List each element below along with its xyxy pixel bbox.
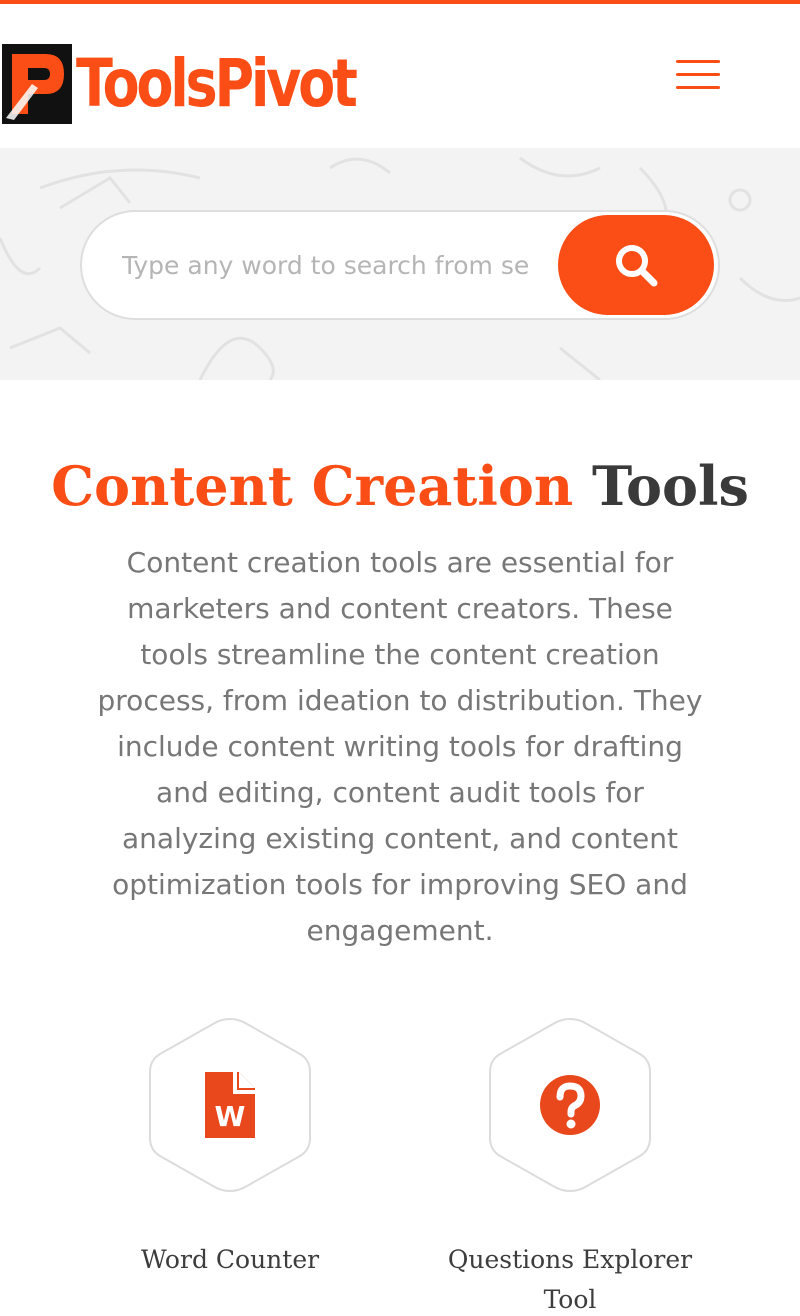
logo-text: ToolsPivot: [76, 45, 358, 122]
search-bar: [80, 210, 720, 320]
word-document-icon: W: [205, 1072, 255, 1138]
tool-label[interactable]: Word Counter: [90, 1240, 370, 1280]
question-circle-icon: [540, 1075, 600, 1135]
page-title: Content Creation Tools: [0, 448, 800, 524]
site-header: ToolsPivot: [0, 4, 800, 148]
tool-icon-frame[interactable]: [487, 1016, 653, 1194]
logo-mark-icon: [2, 44, 72, 124]
svg-text:W: W: [215, 1100, 246, 1133]
site-logo[interactable]: ToolsPivot: [2, 43, 416, 125]
search-button[interactable]: [558, 215, 714, 315]
search-banner: [0, 148, 800, 380]
search-input[interactable]: [122, 242, 552, 288]
title-accent: Content Creation: [51, 454, 574, 518]
tool-card-questions-explorer[interactable]: Questions Explorer Tool: [430, 1016, 710, 1316]
tool-card-word-counter[interactable]: W Word Counter: [90, 1016, 370, 1280]
hamburger-menu-button[interactable]: [672, 56, 724, 96]
hamburger-menu-icon: [676, 60, 720, 63]
tool-label[interactable]: Questions Explorer Tool: [430, 1240, 710, 1316]
search-icon: [616, 245, 658, 287]
title-rest: Tools: [591, 454, 749, 518]
tool-icon-frame[interactable]: W: [147, 1016, 313, 1194]
section-description: Content creation tools are essential for…: [97, 546, 703, 947]
